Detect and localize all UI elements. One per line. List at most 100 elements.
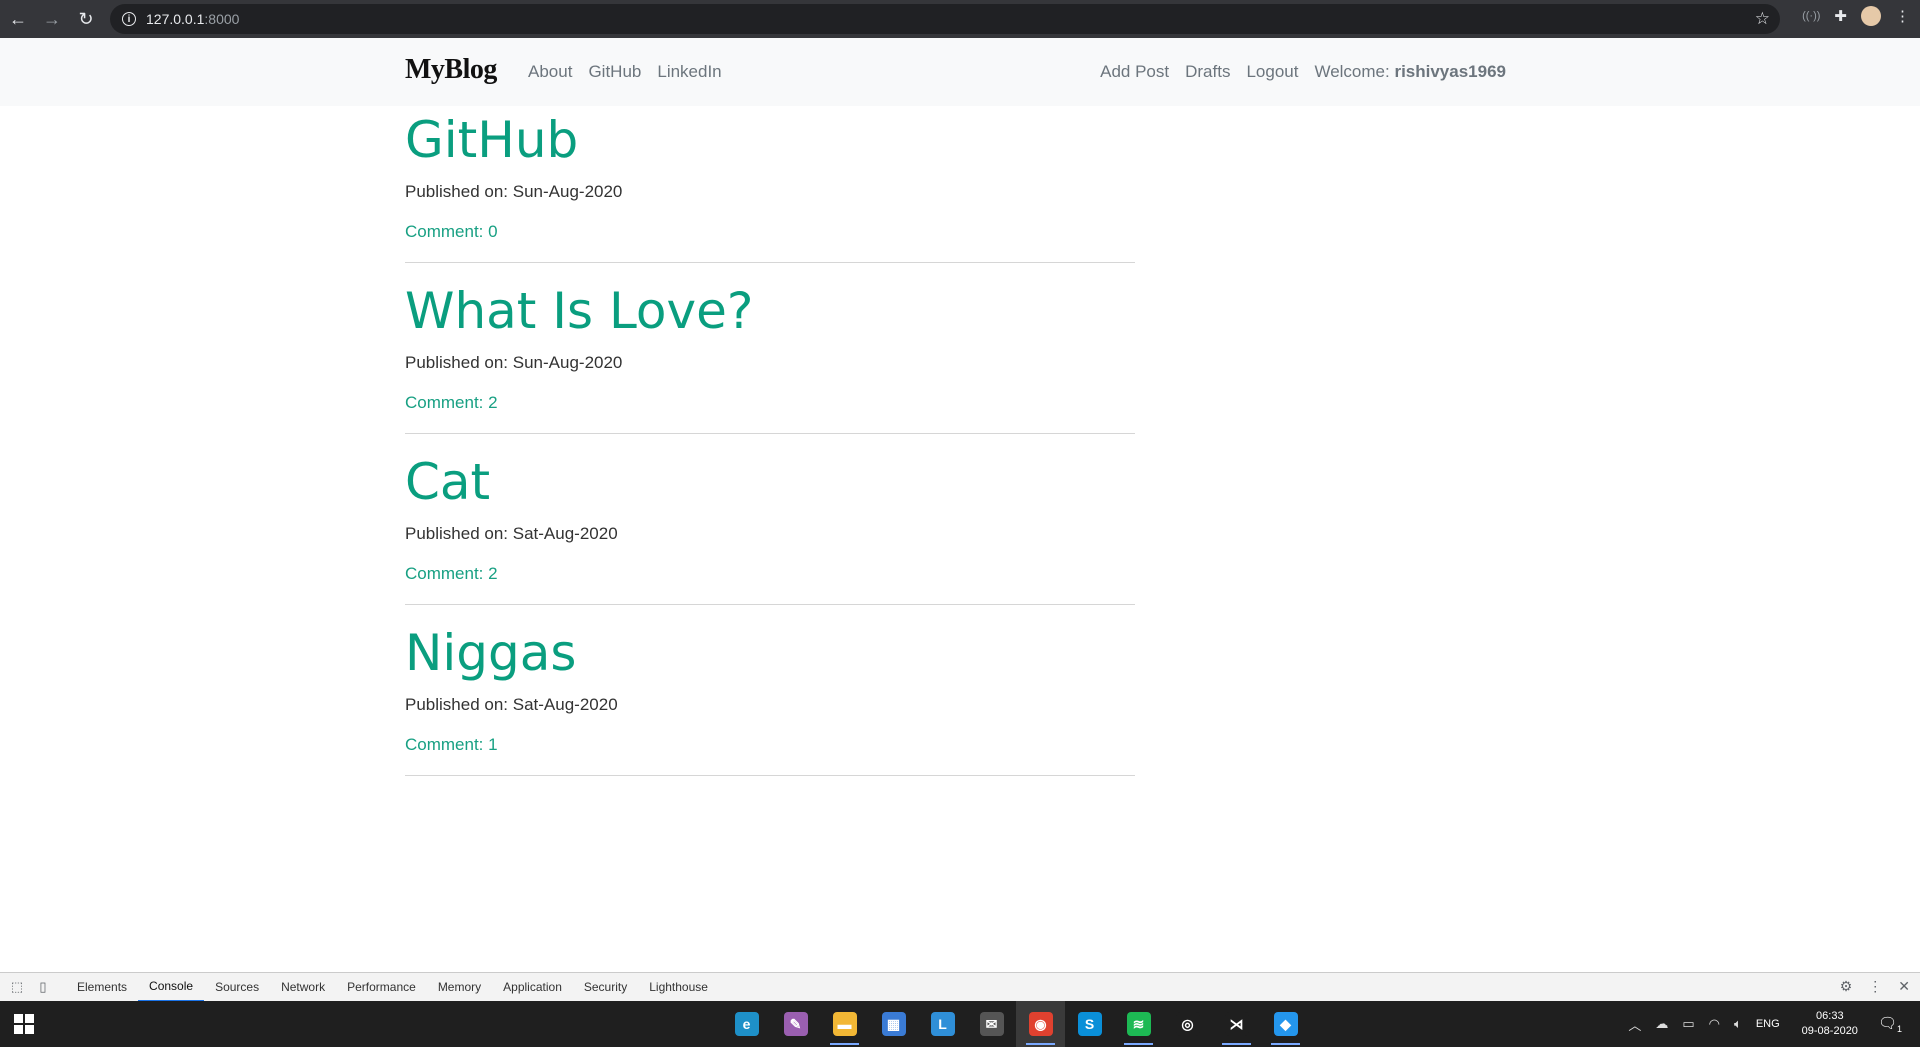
- post-item: GitHub Published on: Sun-Aug-2020 Commen…: [405, 106, 1135, 263]
- store-icon-glyph: ▦: [881, 1012, 906, 1036]
- devtools-tab-network[interactable]: Network: [270, 973, 336, 1002]
- skype-icon-glyph: S: [1077, 1012, 1102, 1036]
- profile-avatar[interactable]: [1861, 6, 1881, 26]
- edge-icon[interactable]: e: [722, 1001, 771, 1047]
- post-comments-link[interactable]: Comment: 2: [405, 393, 1135, 413]
- nav-link-about[interactable]: About: [528, 62, 572, 82]
- settings-gear-icon[interactable]: ⚙: [1840, 978, 1853, 995]
- post-comments-link[interactable]: Comment: 2: [405, 564, 1135, 584]
- extension-area: ((·)) ✚ ⋮: [1802, 6, 1910, 26]
- skype-icon[interactable]: S: [1065, 1001, 1114, 1047]
- edge-icon-glyph: e: [734, 1012, 759, 1036]
- mail-icon-glyph: ✉: [979, 1012, 1004, 1036]
- username: rishivyas1969: [1394, 62, 1506, 81]
- nav-link-logout[interactable]: Logout: [1246, 62, 1298, 82]
- nav-right-links: Add Post Drafts Logout Welcome: rishivya…: [1100, 62, 1506, 82]
- extensions-puzzle-icon[interactable]: ✚: [1834, 7, 1847, 25]
- post-title[interactable]: What Is Love?: [405, 277, 1135, 345]
- vscode-icon[interactable]: ⋊: [1212, 1001, 1261, 1047]
- device-toolbar-icon[interactable]: ▯: [34, 978, 52, 996]
- post-item: Cat Published on: Sat-Aug-2020 Comment: …: [405, 448, 1135, 605]
- post-comments-link[interactable]: Comment: 0: [405, 222, 1135, 242]
- notification-count: 1: [1896, 1024, 1902, 1034]
- devtools-tabs: Elements Console Sources Network Performance…: [66, 973, 719, 1002]
- clock-time: 06:33: [1816, 1010, 1844, 1022]
- windows-start-icon[interactable]: [14, 1014, 34, 1034]
- post-title[interactable]: Niggas: [405, 619, 1135, 687]
- info-icon[interactable]: i: [122, 12, 136, 26]
- devtools-menu-icon[interactable]: ⋮: [1868, 978, 1882, 995]
- nav-link-add-post[interactable]: Add Post: [1100, 62, 1169, 82]
- devtools-tab-elements[interactable]: Elements: [66, 973, 138, 1002]
- notification-icon[interactable]: 🗨︎1: [1878, 1014, 1902, 1034]
- spotify-icon[interactable]: ≋: [1114, 1001, 1163, 1047]
- chrome-icon[interactable]: ◉: [1016, 1001, 1065, 1047]
- url-text[interactable]: 127.0.0.1:8000: [146, 11, 239, 27]
- devtools-tab-security[interactable]: Security: [573, 973, 638, 1002]
- post-date: Published on: Sun-Aug-2020: [405, 353, 623, 372]
- spotify-icon-glyph: ≋: [1126, 1012, 1151, 1036]
- volume-icon[interactable]: 🔈︎: [1734, 1016, 1742, 1032]
- post-title[interactable]: GitHub: [405, 106, 1135, 174]
- post-date: Published on: Sun-Aug-2020: [405, 182, 623, 201]
- system-tray: ︿ ☁ ▭ ◠ 🔈︎ ENG 06:33 09-08-2020 🗨︎1: [1628, 1001, 1920, 1047]
- nav-left-links: About GitHub LinkedIn: [528, 62, 722, 82]
- wifi-icon[interactable]: ◠: [1709, 1016, 1720, 1032]
- post-list: GitHub Published on: Sun-Aug-2020 Commen…: [405, 106, 1135, 790]
- browser-menu-icon[interactable]: ⋮: [1895, 7, 1910, 25]
- vscode-icon-glyph: ⋊: [1224, 1012, 1249, 1036]
- circle-app-icon-glyph: ◎: [1175, 1012, 1200, 1036]
- devtools-tab-sources[interactable]: Sources: [204, 973, 270, 1002]
- cloud-icon[interactable]: ☁: [1655, 1016, 1668, 1032]
- devtools-tab-performance[interactable]: Performance: [336, 973, 427, 1002]
- devtools-tab-lighthouse[interactable]: Lighthouse: [638, 973, 719, 1002]
- welcome-label: Welcome:: [1314, 62, 1390, 81]
- l-app-icon-glyph: L: [930, 1012, 955, 1036]
- devtools-tab-application[interactable]: Application: [492, 973, 573, 1002]
- inspect-element-icon[interactable]: ⬚: [8, 978, 26, 996]
- store-icon[interactable]: ▦: [869, 1001, 918, 1047]
- mail-icon[interactable]: ✉: [967, 1001, 1016, 1047]
- taskbar-apps: e ✎ ▬ ▦ L ✉ ◉ S ≋ ◎ ⋊ ◆: [722, 1001, 1310, 1047]
- back-arrow-icon[interactable]: ←: [2, 3, 34, 35]
- clock[interactable]: 06:33 09-08-2020: [1802, 1009, 1858, 1039]
- circle-app-icon[interactable]: ◎: [1163, 1001, 1212, 1047]
- chrome-icon-glyph: ◉: [1028, 1012, 1053, 1036]
- brand-logo[interactable]: MyBlog: [405, 54, 497, 86]
- language-indicator[interactable]: ENG: [1756, 1018, 1780, 1030]
- paint-icon-glyph: ✎: [783, 1012, 808, 1036]
- reload-icon[interactable]: ↻: [70, 3, 102, 35]
- clock-date: 09-08-2020: [1801, 1025, 1858, 1037]
- cast-icon[interactable]: ((·)): [1802, 10, 1820, 22]
- devtools-tab-memory[interactable]: Memory: [427, 973, 492, 1002]
- chevron-up-icon[interactable]: ︿: [1628, 1015, 1641, 1034]
- url-port: :8000: [204, 11, 240, 27]
- post-item: Niggas Published on: Sat-Aug-2020 Commen…: [405, 619, 1135, 776]
- nav-link-github[interactable]: GitHub: [588, 62, 641, 82]
- l-app-icon[interactable]: L: [918, 1001, 967, 1047]
- forward-arrow-icon[interactable]: →: [36, 3, 68, 35]
- site-navbar: MyBlog About GitHub LinkedIn Add Post Dr…: [0, 38, 1920, 106]
- nav-link-drafts[interactable]: Drafts: [1185, 62, 1230, 82]
- docker-icon[interactable]: ◆: [1261, 1001, 1310, 1047]
- welcome-text: Welcome: rishivyas1969: [1314, 62, 1506, 82]
- paint-icon[interactable]: ✎: [771, 1001, 820, 1047]
- file-explorer-icon[interactable]: ▬: [820, 1001, 869, 1047]
- address-bar[interactable]: i 127.0.0.1:8000 ☆: [110, 4, 1780, 34]
- post-date: Published on: Sat-Aug-2020: [405, 695, 618, 714]
- close-icon[interactable]: ✕: [1898, 978, 1910, 995]
- battery-icon[interactable]: ▭: [1682, 1016, 1694, 1032]
- file-explorer-icon-glyph: ▬: [832, 1012, 857, 1036]
- post-comments-link[interactable]: Comment: 1: [405, 735, 1135, 755]
- devtools-tab-console[interactable]: Console: [138, 973, 205, 1002]
- devtools-panel: ⬚ ▯ Elements Console Sources Network Perform…: [0, 972, 1920, 1002]
- docker-icon-glyph: ◆: [1273, 1012, 1298, 1036]
- post-item: What Is Love? Published on: Sun-Aug-2020…: [405, 277, 1135, 434]
- url-host: 127.0.0.1: [146, 11, 205, 27]
- nav-link-linkedin[interactable]: LinkedIn: [657, 62, 721, 82]
- bookmark-star-icon[interactable]: ☆: [1755, 9, 1770, 29]
- devtools-controls: ⚙ ⋮ ✕: [1840, 978, 1910, 995]
- browser-toolbar: ← → ↻ i 127.0.0.1:8000 ☆ ((·)) ✚ ⋮: [0, 0, 1920, 38]
- windows-taskbar: e ✎ ▬ ▦ L ✉ ◉ S ≋ ◎ ⋊ ◆ ︿ ☁ ▭ ◠ 🔈︎ ENG 06:33 09-08-…: [0, 1001, 1920, 1047]
- post-title[interactable]: Cat: [405, 448, 1135, 516]
